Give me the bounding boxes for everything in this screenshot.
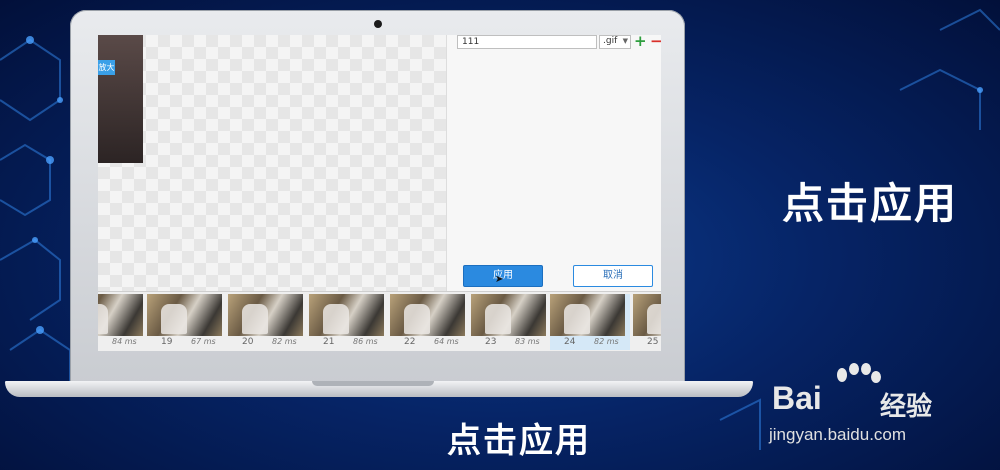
frame-number: 24 [564,337,576,347]
save-options-panel: .gif ▼ + − 应用 取消 ➤ [446,35,661,291]
remove-icon[interactable]: − [650,35,661,50]
frame-number: 25 [647,337,659,347]
frame-item[interactable]: 23 83 ms [471,294,551,350]
frame-duration: 67 ms [191,337,216,346]
side-caption: 点击应用 [782,179,959,228]
frame-thumbnail [550,294,625,336]
frame-item[interactable]: 20 82 ms [228,294,308,350]
frame-item[interactable]: 19 67 ms [147,294,227,350]
frame-thumbnail [98,294,143,336]
mouse-cursor-icon: ➤ [495,274,504,285]
cancel-button[interactable]: 取消 [573,265,653,287]
frame-number: 21 [323,337,335,347]
bottom-caption: 点击应用 [447,421,591,461]
frame-duration: 82 ms [594,337,619,346]
frame-duration: 64 ms [434,337,459,346]
frame-thumbnail [147,294,222,336]
frame-thumbnail [228,294,303,336]
frame-duration: 82 ms [272,337,297,346]
add-icon[interactable]: + [634,35,647,50]
screen: 放大 .gif ▼ + − 应用 取消 ➤ 84 ms 19 67 ms 20 … [98,35,661,351]
frame-duration: 83 ms [515,337,540,346]
frame-item-selected[interactable]: 24 82 ms [550,294,630,350]
frame-item[interactable]: 25 [633,294,661,350]
frame-duration: 84 ms [112,337,137,346]
frame-item[interactable]: 21 86 ms [309,294,389,350]
extension-select-value: .gif [603,36,618,46]
filename-input[interactable] [457,35,597,49]
frame-number: 23 [485,337,497,347]
watermark-brand-cn: 经验 [880,392,933,422]
webcam-icon [374,20,382,28]
zoom-badge[interactable]: 放大 [98,60,115,75]
extension-select[interactable]: .gif ▼ [599,35,631,49]
watermark-url: jingyan.baidu.com [769,425,907,444]
preview-thumbnail: 放大 [98,35,143,163]
frame-duration: 86 ms [353,337,378,346]
chevron-down-icon: ▼ [622,37,628,45]
frame-thumbnail [390,294,465,336]
baidu-paw-icon [837,363,881,383]
frame-thumbnail [471,294,546,336]
laptop-hinge-notch [312,381,434,386]
editor-canvas: 放大 [98,35,446,291]
frame-thumbnail [633,294,661,336]
frame-item[interactable]: 84 ms [98,294,148,350]
watermark-brand: Bai [772,380,822,416]
frame-number: 19 [161,337,173,347]
frame-item[interactable]: 22 64 ms [390,294,470,350]
frame-number: 22 [404,337,416,347]
frame-number: 20 [242,337,254,347]
frame-filmstrip: 84 ms 19 67 ms 20 82 ms 21 86 ms 22 64 m… [98,291,661,351]
frame-thumbnail [309,294,384,336]
